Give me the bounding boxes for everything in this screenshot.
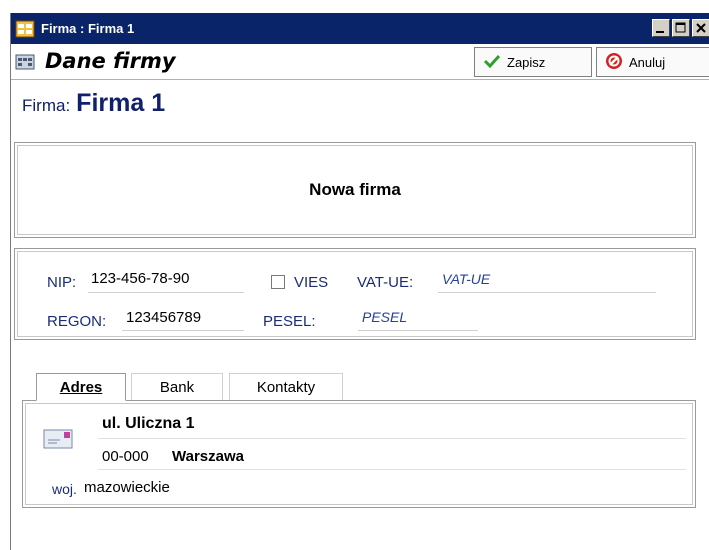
regon-field[interactable]: 123456789 — [126, 309, 201, 326]
minimize-button[interactable] — [652, 19, 670, 37]
title-bar[interactable]: Firma : Firma 1 — [11, 13, 709, 44]
full-name-field[interactable]: Nowa firma — [15, 180, 695, 200]
envelope-icon — [43, 429, 73, 449]
form-icon — [15, 19, 35, 39]
cancel-button[interactable]: Anuluj — [596, 47, 709, 77]
street-field[interactable]: ul. Uliczna 1 — [102, 415, 194, 433]
company-icon — [15, 53, 35, 71]
vies-label: VIES — [294, 274, 329, 291]
cancel-icon — [605, 52, 623, 73]
postal-code-field[interactable]: 00-000 — [102, 448, 149, 465]
tab-adres-label: Adres — [59, 378, 103, 396]
woj-label: woj. — [52, 481, 77, 497]
vatue-label: VAT-UE: — [357, 274, 414, 291]
regon-label: REGON: — [47, 313, 107, 330]
pesel-field[interactable]: PESEL — [362, 309, 407, 325]
page-title: Dane firmy — [45, 49, 176, 73]
tab-kontakty[interactable]: Kontakty — [229, 373, 343, 401]
save-button[interactable]: Zapisz — [474, 47, 592, 77]
header-bar: Dane firmy Zapisz Anuluj — [11, 45, 709, 80]
city-field[interactable]: Warszawa — [172, 448, 244, 465]
identifiers-panel — [14, 248, 696, 340]
maximize-button[interactable] — [672, 19, 690, 37]
tab-bank[interactable]: Bank — [131, 373, 223, 401]
tab-kontakty-label: Kontakty — [256, 379, 316, 396]
voivodeship-field[interactable]: mazowieckie — [84, 479, 170, 496]
close-button[interactable] — [692, 19, 709, 37]
vatue-field[interactable]: VAT-UE — [442, 271, 490, 287]
company-label: Firma: — [22, 96, 71, 115]
nip-field[interactable]: 123-456-78-90 — [91, 270, 189, 287]
cancel-button-label: Anuluj — [629, 54, 666, 70]
full-name-panel: Nowa firma — [14, 142, 696, 238]
save-button-label: Zapisz — [507, 54, 546, 70]
vies-checkbox[interactable] — [271, 275, 285, 289]
tab-adres[interactable]: Adres — [36, 373, 126, 401]
company-heading: Firma: Firma 1 — [22, 89, 165, 118]
checkmark-icon — [483, 53, 501, 72]
window-title: Firma : Firma 1 — [41, 21, 135, 36]
pesel-label: PESEL: — [263, 313, 316, 330]
nip-label: NIP: — [47, 274, 77, 291]
company-name: Firma 1 — [76, 89, 166, 117]
tab-bank-label: Bank — [159, 379, 195, 396]
